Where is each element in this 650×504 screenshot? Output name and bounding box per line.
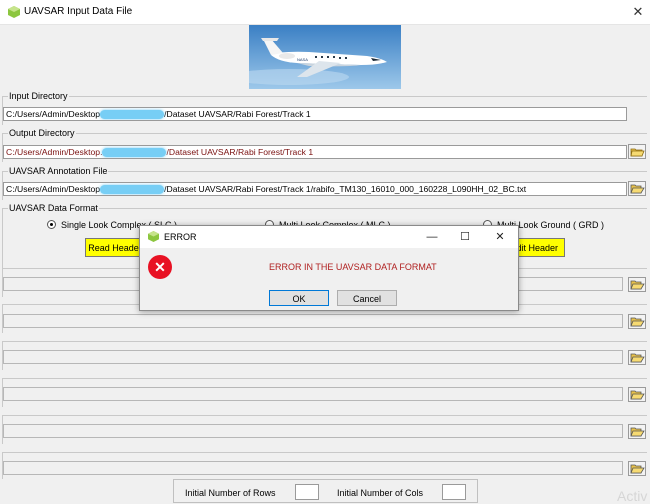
output-directory-browse-button[interactable]: [628, 144, 646, 159]
folder-open-icon: [630, 390, 645, 400]
airplane-image: NASA: [249, 25, 401, 89]
initial-rows-input[interactable]: [295, 484, 319, 500]
dialog-title-bar: ERROR — ☐ ✕: [140, 226, 518, 248]
browse-button-4[interactable]: [628, 387, 646, 402]
empty-field-4[interactable]: [3, 387, 623, 401]
browse-button-1[interactable]: [628, 277, 646, 292]
app-icon: [148, 231, 159, 242]
browse-button-3[interactable]: [628, 350, 646, 365]
close-window-button[interactable]: ✕: [628, 2, 648, 22]
activation-watermark: Activ: [617, 488, 648, 504]
folder-open-icon: [630, 427, 645, 437]
redacted-blur: [100, 185, 165, 195]
read-header-button[interactable]: Read Header: [85, 238, 145, 257]
empty-field-6[interactable]: [3, 461, 623, 475]
folder-open-icon: [630, 317, 645, 327]
annotation-file-browse-button[interactable]: [628, 181, 646, 196]
title-bar: UAVSAR Input Data File ✕: [0, 0, 650, 25]
initial-cols-label: Initial Number of Cols: [337, 488, 424, 498]
input-directory-field[interactable]: C:/Users/Admin/Desktop/Dataset UAVSAR/Ra…: [3, 107, 627, 121]
empty-field-2[interactable]: [3, 314, 623, 328]
radio-slc[interactable]: [47, 220, 56, 229]
dialog-close-button[interactable]: ✕: [492, 230, 508, 244]
output-directory-field[interactable]: C:/Users/Admin/Desktop./Dataset UAVSAR/R…: [3, 145, 627, 159]
data-format-label: UAVSAR Data Format: [8, 203, 99, 213]
ok-button[interactable]: OK: [269, 290, 329, 306]
cancel-button[interactable]: Cancel: [337, 290, 397, 306]
empty-field-5[interactable]: [3, 424, 623, 438]
dialog-title: ERROR: [164, 232, 197, 242]
dialog-maximize-button[interactable]: ☐: [457, 230, 473, 244]
output-directory-label: Output Directory: [8, 128, 76, 138]
folder-open-icon: [630, 280, 645, 290]
error-message: ERROR IN THE UAVSAR DATA FORMAT: [269, 262, 437, 272]
browse-button-5[interactable]: [628, 424, 646, 439]
initial-cols-input[interactable]: [442, 484, 466, 500]
browse-button-2[interactable]: [628, 314, 646, 329]
empty-field-3[interactable]: [3, 350, 623, 364]
error-dialog: ERROR — ☐ ✕ ✕ ERROR IN THE UAVSAR DATA F…: [139, 225, 519, 311]
folder-open-icon: [630, 353, 645, 363]
error-icon: ✕: [148, 255, 172, 279]
input-directory-label: Input Directory: [8, 91, 69, 101]
app-icon: [8, 6, 20, 18]
browse-button-6[interactable]: [628, 461, 646, 476]
svg-text:NASA: NASA: [297, 57, 308, 62]
redacted-blur: [102, 148, 167, 158]
annotation-file-field[interactable]: C:/Users/Admin/Desktop/Dataset UAVSAR/Ra…: [3, 182, 627, 196]
folder-icon: [630, 148, 645, 157]
folder-open-icon: [630, 464, 645, 474]
window-title: UAVSAR Input Data File: [24, 6, 133, 17]
annotation-file-label: UAVSAR Annotation File: [8, 166, 109, 176]
redacted-blur: [100, 110, 165, 120]
folder-open-icon: [630, 184, 645, 194]
dialog-minimize-button[interactable]: —: [424, 230, 440, 244]
initial-rows-label: Initial Number of Rows: [185, 488, 276, 498]
